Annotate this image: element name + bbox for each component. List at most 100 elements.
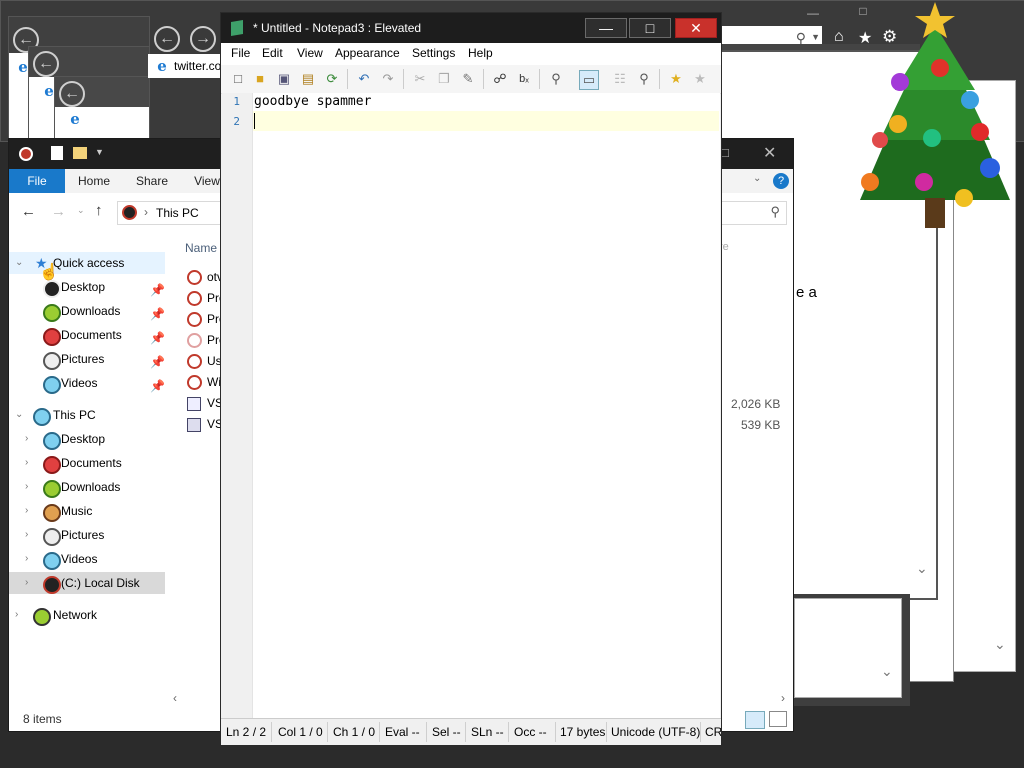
file-icon [187, 375, 202, 390]
chevron-right-icon[interactable]: › [25, 428, 28, 450]
chevron-right-icon[interactable]: › [25, 452, 28, 474]
customize-icon[interactable]: ☷ [611, 70, 629, 88]
tab-home[interactable]: Home [73, 169, 115, 193]
pin-icon[interactable]: 📌 [150, 351, 165, 373]
cut-icon[interactable]: ✂ [411, 70, 429, 88]
breadcrumb[interactable]: This PC [156, 206, 199, 220]
menu-settings[interactable]: Settings [412, 46, 455, 60]
sidebar-item-local-disk[interactable]: › (C:) Local Disk [9, 572, 165, 594]
chevron-right-icon[interactable]: › [25, 476, 28, 498]
sidebar-item-quick-access[interactable]: ⌄ ★ ☝ Quick access [9, 252, 165, 281]
status-encoding[interactable]: Unicode (UTF-8) [611, 725, 700, 739]
large-icons-view-button[interactable] [769, 711, 787, 727]
address-bar[interactable]: › This PC [117, 201, 229, 225]
zoom-in-icon[interactable]: ⚲ [635, 70, 653, 88]
menu-edit[interactable]: Edit [262, 46, 283, 60]
explorer-maximize-button[interactable]: □ [721, 145, 729, 160]
pin-icon[interactable]: 📌 [150, 279, 165, 301]
sidebar-item-videos[interactable]: Videos 📌 [9, 372, 165, 394]
pin-icon[interactable]: 📌 [150, 303, 165, 325]
browse-icon[interactable]: ⟳ [323, 70, 341, 88]
menu-help[interactable]: Help [468, 46, 493, 60]
close-button[interactable]: ✕ [675, 18, 717, 38]
sidebar-item-pictures[interactable]: Pictures 📌 [9, 348, 165, 370]
line-number-gutter: 1 2 [222, 93, 253, 719]
copy-icon[interactable]: ❐ [435, 70, 453, 88]
sidebar-item-pc-desktop[interactable]: › Desktop [9, 428, 165, 450]
sidebar-item-pc-videos[interactable]: › Videos [9, 548, 165, 570]
text-editor[interactable]: 1 2 goodbye spammer [222, 93, 720, 719]
new-folder-icon[interactable] [73, 147, 87, 159]
find-icon[interactable]: ☍ [491, 70, 509, 88]
chevron-down-icon[interactable]: ⌄ [753, 173, 761, 184]
redo-icon[interactable]: ↷ [379, 70, 397, 88]
forward-button[interactable]: → [190, 26, 216, 52]
scroll-left-arrow[interactable]: ‹ [173, 691, 177, 705]
sidebar-item-pc-pictures[interactable]: › Pictures [9, 524, 165, 546]
column-header-name[interactable]: Name [185, 241, 217, 255]
sidebar-item-documents[interactable]: Documents 📌 [9, 324, 165, 346]
undo-icon[interactable]: ↶ [355, 70, 373, 88]
search-box[interactable]: ⚲ [719, 201, 787, 225]
back-button[interactable]: ← [33, 51, 59, 77]
replace-icon[interactable]: bₓ [515, 70, 533, 88]
minimize-button[interactable]: — [585, 18, 627, 38]
sidebar-item-pc-documents[interactable]: › Documents [9, 452, 165, 474]
properties-icon[interactable] [51, 146, 63, 160]
word-wrap-icon[interactable]: ⚲ [547, 70, 565, 88]
sidebar-item-pc-music[interactable]: › Music [9, 500, 165, 522]
open-folder-icon[interactable]: ■ [251, 70, 269, 88]
pin-icon[interactable]: 📌 [150, 375, 165, 397]
sidebar-item-network[interactable]: › Network [9, 604, 165, 626]
back-button[interactable]: ← [154, 26, 180, 52]
chevron-right-icon[interactable]: › [25, 572, 28, 594]
sidebar-item-this-pc[interactable]: ⌄ This PC [9, 404, 165, 426]
file-icon [187, 291, 202, 306]
favorites-star-icon[interactable]: ★ [667, 70, 685, 88]
sidebar-item-desktop[interactable]: Desktop 📌 [9, 276, 165, 298]
paste-icon[interactable]: ✎ [459, 70, 477, 88]
sidebar-item-downloads[interactable]: Downloads 📌 [9, 300, 165, 322]
recent-locations-icon[interactable]: ⌄ [77, 205, 85, 216]
pin-icon[interactable]: 📌 [150, 327, 165, 349]
chevron-down-icon[interactable]: ⌄ [15, 404, 23, 426]
save-icon[interactable]: ▣ [275, 70, 293, 88]
menu-view[interactable]: View [297, 46, 323, 60]
tab-share[interactable]: Share [131, 169, 173, 193]
chevron-right-icon[interactable]: › [25, 548, 28, 570]
sidebar-item-label: (C:) Local Disk [61, 576, 140, 590]
chevron-down-icon[interactable]: ▼ [95, 147, 104, 157]
menu-appearance[interactable]: Appearance [335, 46, 400, 60]
help-icon[interactable]: ? [773, 173, 789, 189]
sidebar-item-pc-downloads[interactable]: › Downloads [9, 476, 165, 498]
forward-arrow-icon[interactable]: → [51, 203, 66, 220]
chevron-right-icon[interactable]: › [15, 604, 18, 626]
chevron-right-icon[interactable]: › [25, 524, 28, 546]
chevron-right-icon[interactable]: › [25, 500, 28, 522]
up-arrow-icon[interactable]: ↑ [95, 202, 103, 219]
add-favorite-icon[interactable]: ★ [691, 70, 709, 88]
list-item-label: Wi [207, 375, 221, 389]
chevron-down-icon[interactable]: ⌄ [15, 252, 23, 274]
back-arrow-icon[interactable]: ← [21, 203, 36, 220]
browser-minimize-button[interactable]: — [798, 6, 828, 22]
chevron-down-icon[interactable]: ⌄ [994, 636, 1006, 653]
chevron-down-icon[interactable]: ⌄ [881, 663, 893, 680]
tab-file[interactable]: File [9, 169, 65, 193]
desktop-icon [43, 432, 61, 450]
maximize-button[interactable]: □ [629, 18, 671, 38]
zoom-icon[interactable]: ▭ [579, 70, 599, 90]
menu-file[interactable]: File [231, 46, 250, 60]
back-button[interactable]: ← [59, 81, 85, 107]
editor-line: goodbye spammer [254, 94, 372, 109]
new-file-icon[interactable]: □ [229, 70, 247, 88]
explorer-close-button[interactable]: ✕ [763, 143, 776, 163]
chevron-down-icon[interactable]: ⌄ [916, 560, 928, 577]
scroll-right-arrow[interactable]: › [781, 691, 785, 705]
status-eol[interactable]: CR [705, 725, 721, 739]
details-view-button[interactable] [745, 711, 765, 729]
sidebar-item-label: Videos [61, 552, 98, 566]
browser-tab[interactable]: e twitter.com [148, 54, 231, 78]
toolbar: □ ■ ▣ ▤ ⟳ ↶ ↷ ✂ ❐ ✎ ☍ bₓ ⚲ ▭ ☷ ⚲ ★ ★ [221, 65, 721, 94]
save-as-icon[interactable]: ▤ [299, 70, 317, 88]
